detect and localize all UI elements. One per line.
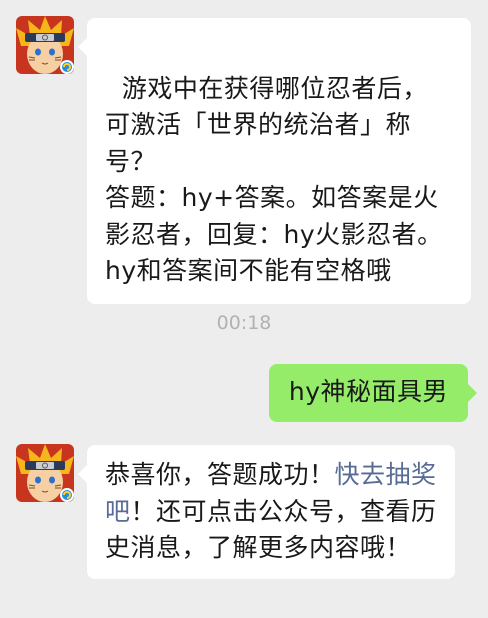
message-text: hy神秘面具男 [288,377,449,406]
naruto-avatar-icon[interactable] [16,444,74,502]
message-bubble-reply[interactable]: 恭喜你，答题成功！快去抽奖吧！还可点击公众号，查看历史消息，了解更多内容哦！ [78,445,455,579]
message-bubble-question[interactable]: 游戏中在获得哪位忍者后，可激活「世界的统治者」称号？ 答题：hy+答案。如答案是… [78,18,471,304]
message-text: 游戏中在获得哪位忍者后，可激活「世界的统治者」称号？ 答题：hy+答案。如答案是… [105,73,443,286]
message-bubble-answer[interactable]: hy神秘面具男 [269,364,477,422]
message-text: 恭喜你，答题成功！ [105,460,335,489]
naruto-avatar-icon[interactable] [16,16,74,74]
message-text: ！还可点击公众号，查看历史消息，了解更多内容哦！ [105,496,437,563]
timestamp: 00:18 [216,312,272,334]
